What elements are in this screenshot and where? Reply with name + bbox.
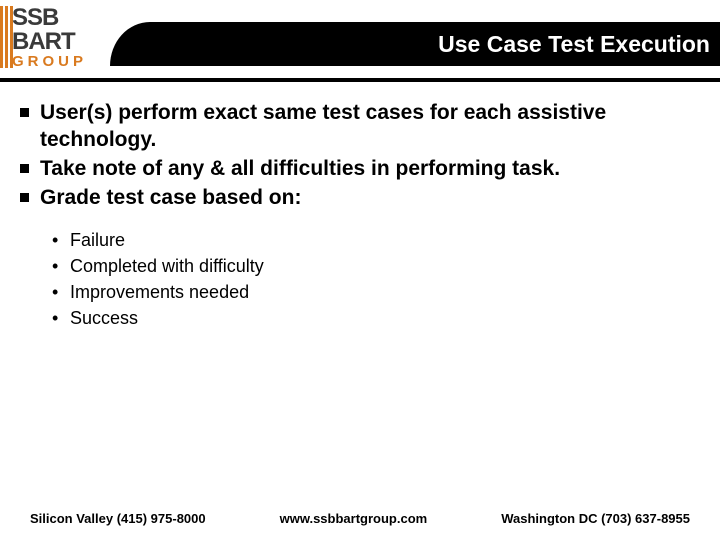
bullet-text: Grade test case based on:	[40, 186, 301, 209]
logo-text-group: GROUP	[12, 54, 87, 69]
list-item: Grade test case based on:	[18, 185, 702, 212]
footer-right: Washington DC (703) 637-8955	[501, 511, 690, 526]
list-item: Failure	[50, 228, 702, 252]
slide-footer: Silicon Valley (415) 975-8000 www.ssbbar…	[0, 511, 720, 526]
sub-bullet-text: Success	[70, 308, 138, 328]
sub-bullet-text: Improvements needed	[70, 282, 249, 302]
header-underline	[0, 78, 720, 82]
footer-left: Silicon Valley (415) 975-8000	[30, 511, 206, 526]
list-item: Improvements needed	[50, 280, 702, 304]
company-logo: SSB BART GROUP	[12, 6, 87, 69]
list-item: Success	[50, 306, 702, 330]
sub-bullet-list: Failure Completed with difficulty Improv…	[50, 228, 702, 331]
slide-header: SSB BART GROUP Use Case Test Execution	[0, 0, 720, 78]
sub-bullet-text: Failure	[70, 230, 125, 250]
logo-text-ssb: SSB	[12, 6, 87, 30]
footer-center: www.ssbbartgroup.com	[280, 511, 428, 526]
bullet-text: Take note of any & all difficulties in p…	[40, 157, 560, 180]
sub-bullet-text: Completed with difficulty	[70, 256, 264, 276]
list-item: Take note of any & all difficulties in p…	[18, 156, 702, 183]
main-bullet-list: User(s) perform exact same test cases fo…	[18, 100, 702, 212]
slide-title: Use Case Test Execution	[438, 31, 710, 58]
title-bar: Use Case Test Execution	[150, 22, 720, 66]
list-item: Completed with difficulty	[50, 254, 702, 278]
logo-text-bart: BART	[12, 30, 87, 54]
slide-content: User(s) perform exact same test cases fo…	[18, 100, 702, 333]
bullet-text: User(s) perform exact same test cases fo…	[40, 101, 606, 151]
list-item: User(s) perform exact same test cases fo…	[18, 100, 702, 154]
